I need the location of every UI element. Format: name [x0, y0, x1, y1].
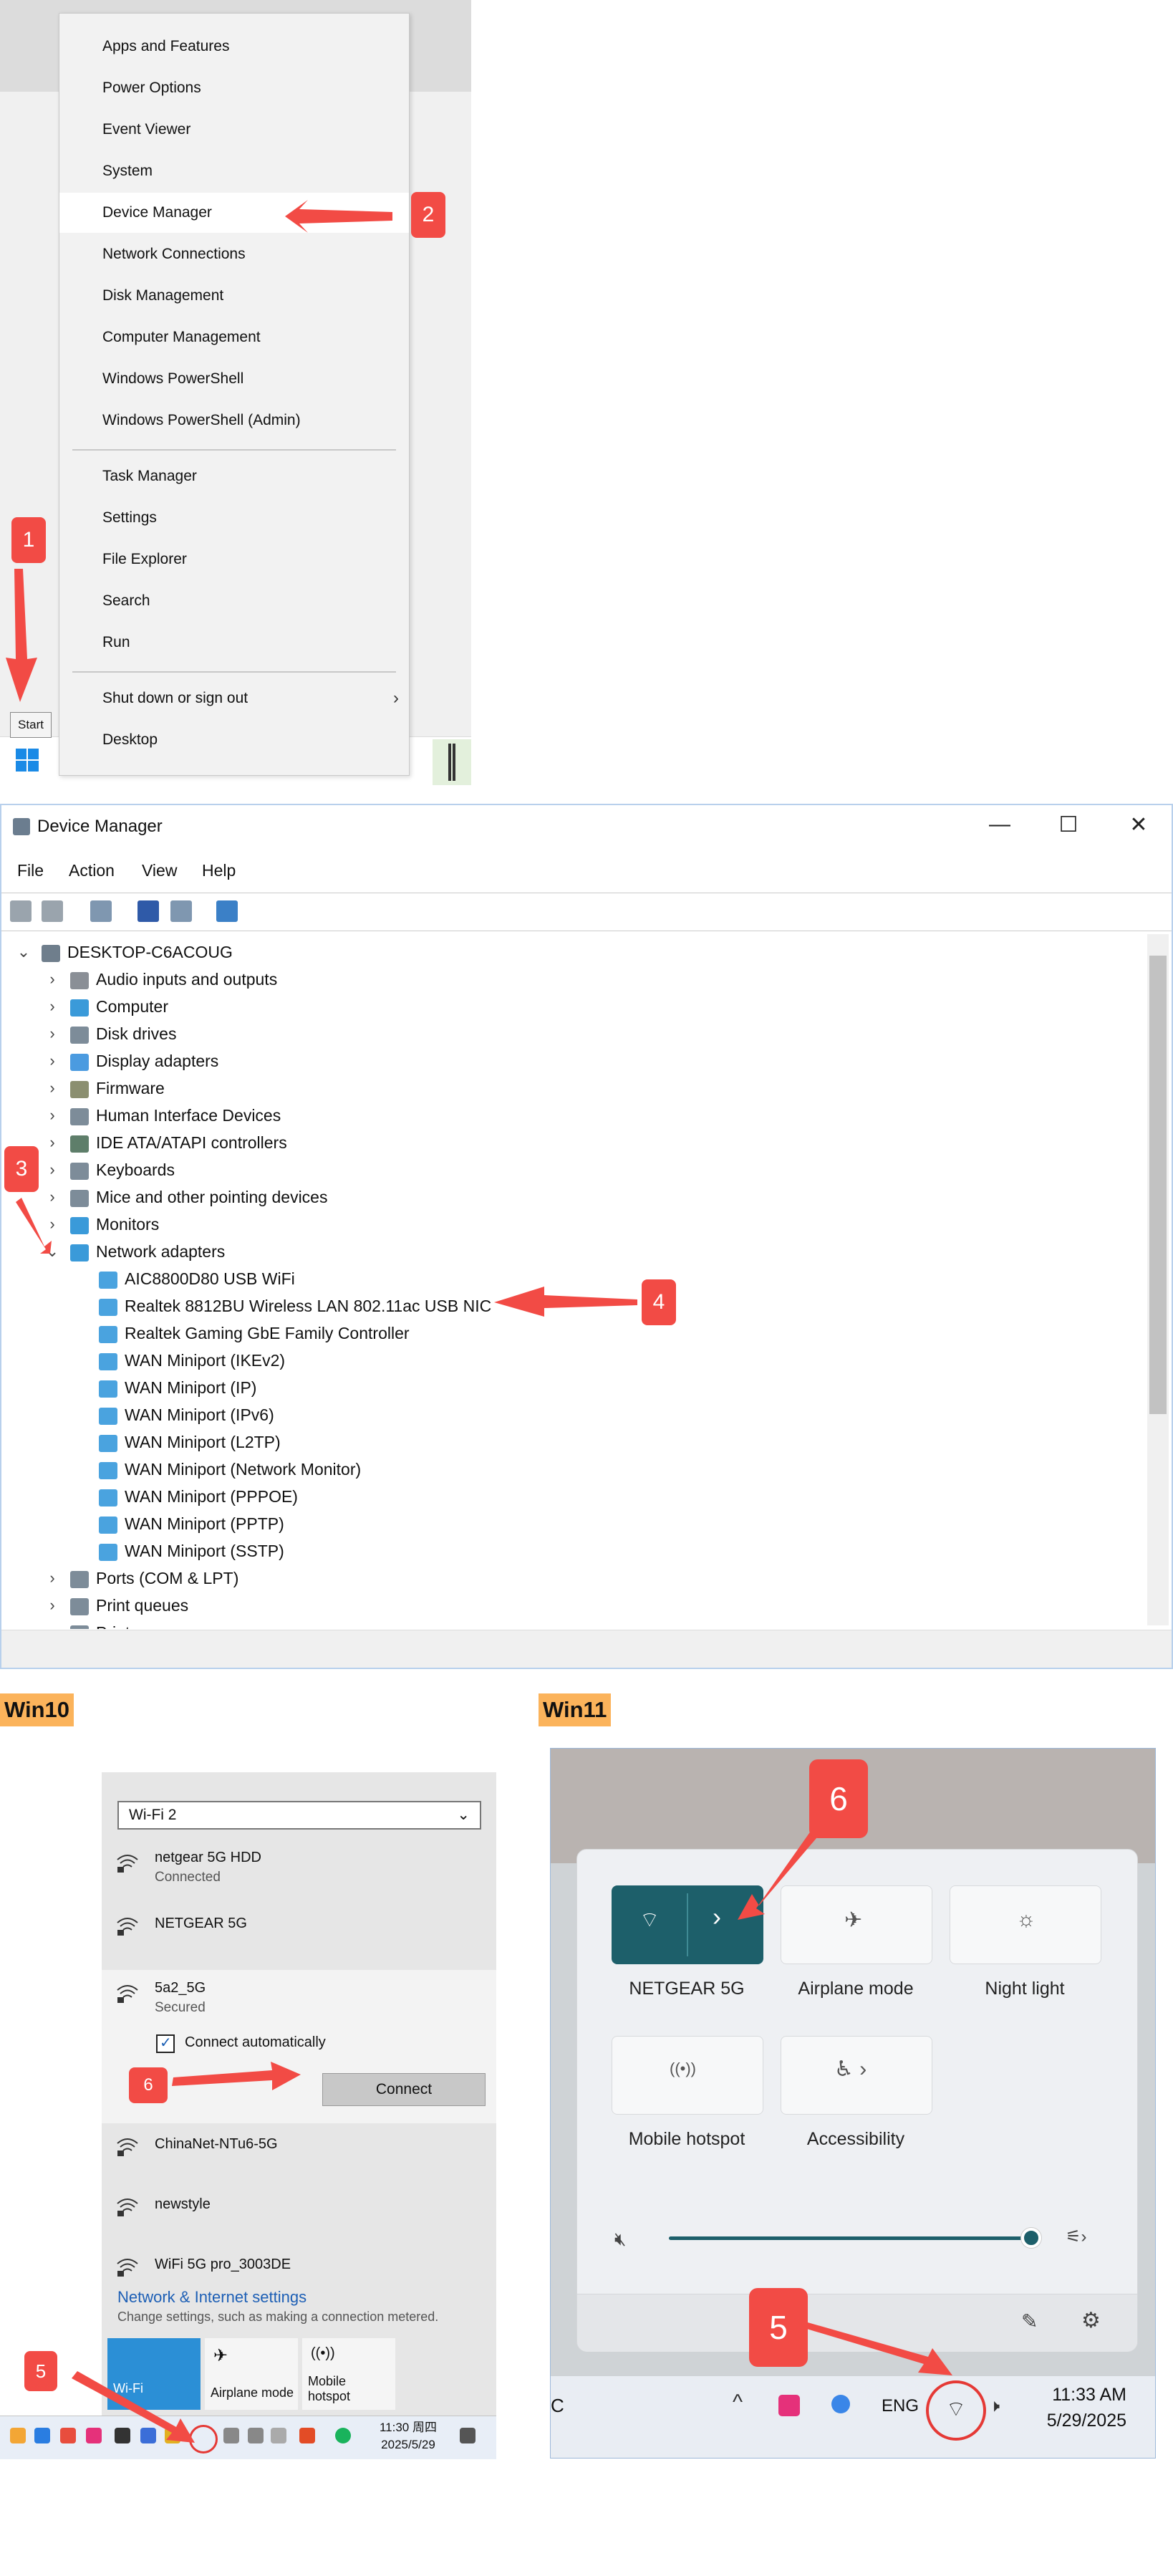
wifi-secured-icon	[117, 1985, 138, 2003]
network-name: netgear 5G HDD	[155, 1850, 261, 1865]
step-badge-4: 4	[642, 1279, 676, 1325]
adapter-select[interactable]: Wi-Fi 2 ⌄	[117, 1801, 481, 1830]
network-adapter-icon	[99, 1352, 117, 1370]
step-badge-3: 3	[4, 1146, 39, 1192]
arrow-2	[285, 200, 392, 233]
wifi-secured-icon	[117, 1855, 138, 1873]
step-badge-2: 2	[411, 192, 445, 238]
adapter-item[interactable]: Realtek Gaming GbE Family Controller	[99, 1320, 410, 1347]
device-category-icon	[70, 1570, 89, 1588]
win11-label: Win11	[539, 1693, 612, 1726]
step-badge-6-win11: 6	[809, 1759, 868, 1838]
annotation-arrows-panel-4	[738, 1821, 952, 2375]
annotation-arrows-panel-2	[16, 1198, 637, 1317]
network-adapter-icon	[99, 1325, 117, 1343]
network-adapter-icon	[99, 1434, 117, 1452]
chevron-down-icon: ⌄	[457, 1807, 470, 1823]
chevron-right-icon[interactable]: ›	[42, 1565, 63, 1592]
adapter-item[interactable]: WAN Miniport (PPPOE)	[99, 1483, 298, 1510]
network-status: Connected	[155, 1870, 221, 1885]
arrow-3	[16, 1198, 52, 1254]
annotation-arrows-panel-3	[72, 2062, 301, 2443]
arrow-5-win10	[72, 2371, 195, 2443]
network-name: NETGEAR 5G	[155, 1916, 247, 1931]
network-adapter-icon	[99, 1380, 117, 1398]
network-adapter-icon	[99, 1543, 117, 1561]
tree-category[interactable]: › Print queues	[49, 1592, 188, 1619]
chevron-right-icon[interactable]: ›	[42, 1619, 63, 1629]
tree-category[interactable]: ›Printers	[49, 1619, 153, 1629]
arrow-1	[6, 569, 37, 702]
device-category-icon	[70, 1597, 89, 1615]
network-status: Secured	[155, 2000, 206, 2015]
network-name: 5a2_5G	[155, 1980, 206, 1996]
adapter-item[interactable]: WAN Miniport (Network Monitor)	[99, 1456, 361, 1483]
step-badge-1: 1	[11, 517, 46, 563]
network-adapter-icon	[99, 1516, 117, 1534]
adapter-item[interactable]: WAN Miniport (PPTP)	[99, 1510, 284, 1537]
network-adapter-icon	[99, 1489, 117, 1506]
chevron-right-icon[interactable]: ›	[42, 1592, 63, 1619]
win10-label: Win10	[0, 1693, 74, 1726]
adapter-item[interactable]: WAN Miniport (IKEv2)	[99, 1347, 285, 1374]
status-bar	[1, 1630, 1172, 1668]
device-category-icon	[70, 1625, 89, 1629]
step-badge-6-win10: 6	[129, 2067, 168, 2103]
network-adapter-icon	[99, 1461, 117, 1479]
arrow-4	[494, 1287, 637, 1317]
arrow-6-win10	[172, 2062, 301, 2090]
step-badge-5-win11: 5	[749, 2288, 808, 2367]
adapter-item[interactable]: WAN Miniport (IPv6)	[99, 1401, 274, 1428]
adapter-item[interactable]: WAN Miniport (IP)	[99, 1374, 256, 1401]
wifi-secured-icon	[117, 1918, 138, 1936]
tree-category[interactable]: › Ports (COM & LPT)	[49, 1565, 238, 1592]
network-adapter-icon	[99, 1407, 117, 1425]
annotation-arrows-panel-1	[6, 200, 392, 702]
adapter-item[interactable]: WAN Miniport (L2TP)	[99, 1428, 281, 1456]
step-badge-5-win10: 5	[24, 2351, 57, 2391]
adapter-item[interactable]: WAN Miniport (SSTP)	[99, 1537, 284, 1565]
